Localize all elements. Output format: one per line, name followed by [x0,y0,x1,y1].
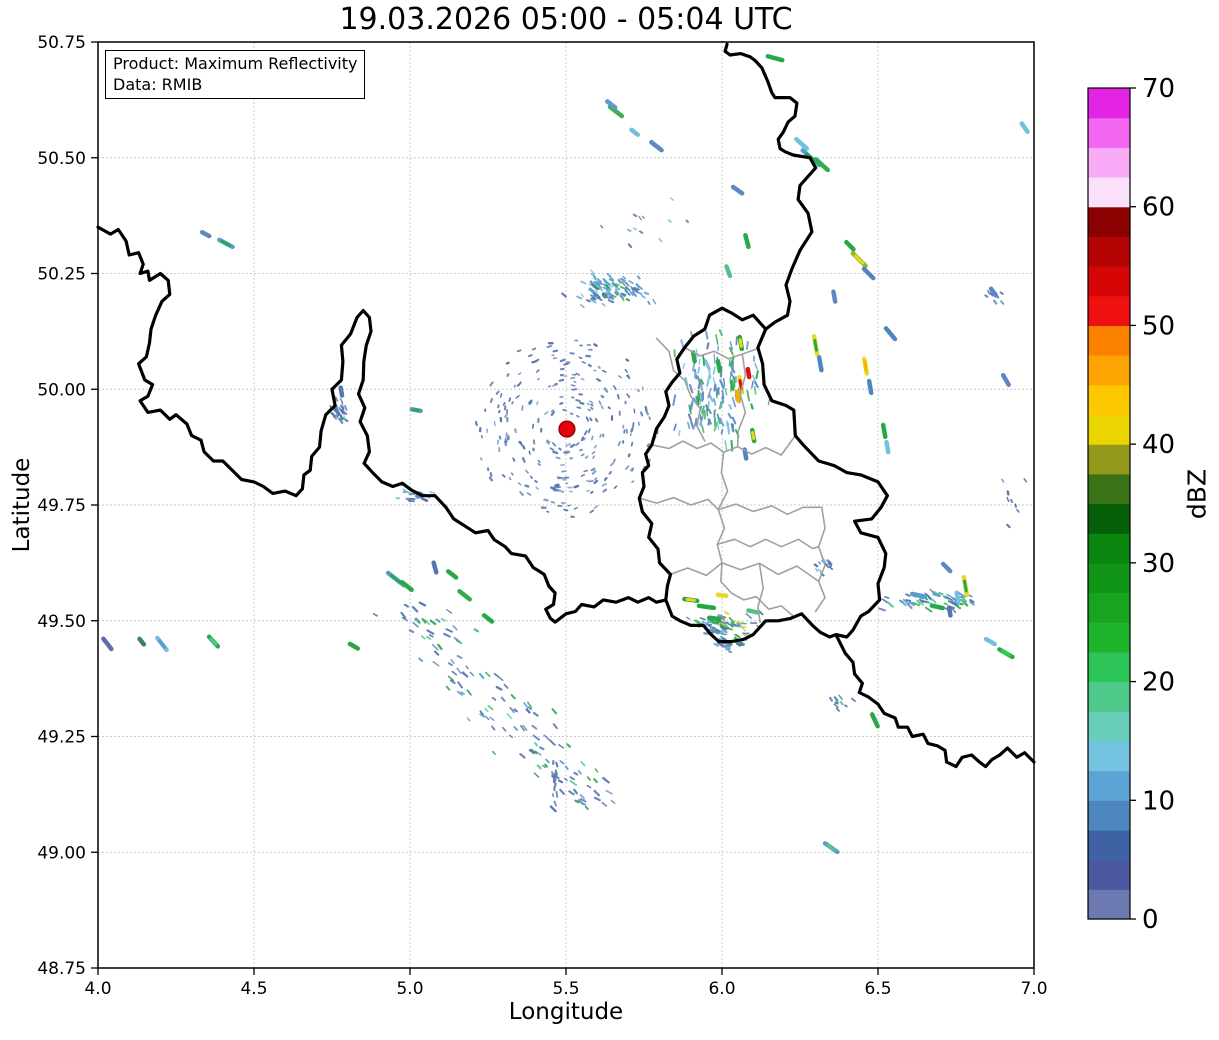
y-tick-label: 50.00 [37,380,86,400]
colorbar-segment [1088,860,1130,890]
y-tick-label: 49.25 [37,728,86,748]
colorbar-segment [1088,355,1130,385]
colorbar-tick-label: 10 [1142,786,1175,816]
radar-site-marker [559,421,575,437]
axes: 4.0 4.5 5.0 5.5 6.0 6.5 7.0 48.75 49.00 49.25 49.5… [37,33,1047,999]
colorbar-segment [1088,682,1130,712]
figure-title: 19.03.2026 05:00 - 05:04 UTC [98,2,1034,37]
canton-border-line [671,563,819,582]
colorbar-tick-label: 60 [1142,193,1175,223]
colorbar-segment [1088,236,1130,266]
colorbar-segment [1088,711,1130,741]
x-tick-label: 6.5 [864,979,891,999]
x-tick-label: 4.0 [84,979,111,999]
colorbar-segment [1088,177,1130,207]
data-source-line: Data: RMIB [113,74,357,95]
x-tick-label: 5.5 [552,979,579,999]
colorbar-tick-label: 70 [1142,74,1175,104]
map-plot: 4.0 4.5 5.0 5.5 6.0 6.5 7.0 48.75 49.00 49.25 49.5… [0,0,1219,1040]
colorbar-tick-label: 0 [1142,905,1159,935]
colorbar-segment [1088,474,1130,504]
colorbar-segment [1088,147,1130,177]
canton-border-line [816,507,825,611]
x-tick-label: 6.0 [708,979,735,999]
colorbar-segment [1088,385,1130,415]
colorbar-tick-label: 40 [1142,430,1175,460]
colorbar-segment [1088,207,1130,237]
product-line: Product: Maximum Reflectivity [113,53,357,74]
x-tick-label: 4.5 [240,979,267,999]
y-tick-label: 50.25 [37,265,86,285]
colorbar-segment [1088,889,1130,919]
colorbar-segment [1088,830,1130,860]
colorbar-tick-label: 20 [1142,668,1175,698]
colorbar-segment [1088,622,1130,652]
y-tick-label: 50.75 [37,33,86,53]
colorbar-tick-label: 30 [1142,549,1175,579]
country-border-line [725,44,816,329]
canton-border-line [717,539,818,548]
colorbar-segment [1088,414,1130,444]
colorbar-segment [1088,593,1130,623]
colorbar-segment [1088,296,1130,326]
colorbar-tick-label: 50 [1142,311,1175,341]
colorbar-segment [1088,444,1130,474]
x-tick-label: 7.0 [1020,979,1047,999]
colorbar-segment [1088,533,1130,563]
product-annotation-box: Product: Maximum Reflectivity Data: RMIB [105,50,365,99]
colorbar-segment [1088,266,1130,296]
colorbar-segment [1088,563,1130,593]
x-tick-label: 5.0 [396,979,423,999]
y-axis-label: Latitude [9,458,35,553]
canton-border-line [721,563,792,615]
colorbar: 0 10 20 30 40 50 60 70 [1088,74,1175,935]
colorbar-segment [1088,741,1130,771]
y-tick-label: 49.00 [37,843,86,863]
colorbar-segment [1088,652,1130,682]
canton-border-line [639,498,822,515]
colorbar-segment [1088,118,1130,148]
country-border-line [98,227,666,622]
colorbar-label: dBZ [1183,469,1212,519]
colorbar-segment [1088,325,1130,355]
colorbar-segment [1088,88,1130,118]
y-tick-label: 48.75 [37,959,86,979]
colorbar-segment [1088,771,1130,801]
y-tick-label: 50.50 [37,149,86,169]
gridlines [98,42,1034,968]
colorbar-segment [1088,800,1130,830]
radar-echoes [103,56,1027,852]
x-axis-label: Longitude [98,999,1034,1025]
colorbar-segment [1088,504,1130,534]
radar-map-figure: 4.0 4.5 5.0 5.5 6.0 6.5 7.0 48.75 49.00 49.25 49.5… [0,0,1219,1040]
y-tick-label: 49.75 [37,496,86,516]
y-tick-label: 49.50 [37,612,86,632]
